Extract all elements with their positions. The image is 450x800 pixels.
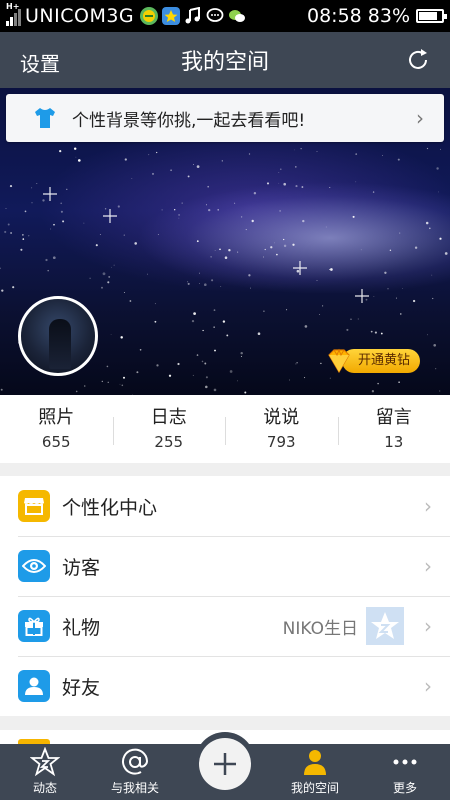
refresh-icon[interactable] xyxy=(404,46,432,74)
signal-icon: H+ xyxy=(6,2,21,26)
tshirt-icon xyxy=(35,108,55,128)
stat-value: 255 xyxy=(154,433,184,451)
status-bar: H+ UNICOM3G 08:58 83% xyxy=(0,0,450,32)
cover-image[interactable]: 个性背景等你挑,一起去看看吧! › 开通黄钻 xyxy=(0,88,450,395)
menu-item-label: 好友 xyxy=(62,676,101,699)
score-icon xyxy=(140,7,159,25)
menu-item-label: 访客 xyxy=(62,556,101,579)
person-icon xyxy=(300,747,330,777)
tab-label: 与我相关 xyxy=(110,781,159,795)
tab-label: 我的空间 xyxy=(290,781,339,795)
tab-more[interactable]: 更多 xyxy=(360,744,450,800)
friend-icon xyxy=(18,670,50,702)
chevron-right-icon: › xyxy=(424,674,432,698)
at-icon xyxy=(120,747,150,777)
menu-item-visitors[interactable]: 访客 › xyxy=(0,536,450,596)
title-bar: 设置 我的空间 xyxy=(0,32,450,88)
eye-icon xyxy=(18,550,50,582)
gift-thumbnail xyxy=(366,607,404,645)
stat-value: 13 xyxy=(384,433,404,451)
stat-value: 793 xyxy=(266,433,296,451)
avatar[interactable] xyxy=(18,296,98,376)
stat-label: 日志 xyxy=(150,407,187,428)
stat-photos[interactable]: 照片 655 xyxy=(0,405,113,453)
menu-item-label: 礼物 xyxy=(62,616,101,639)
theme-banner[interactable]: 个性背景等你挑,一起去看看吧! › xyxy=(6,94,444,142)
chevron-right-icon: › xyxy=(424,494,432,518)
stat-label: 说说 xyxy=(263,407,300,428)
gift-note: NIKO生日 xyxy=(282,618,358,639)
stat-blog[interactable]: 日志 255 xyxy=(112,405,226,453)
stat-messages[interactable]: 留言 13 xyxy=(337,405,450,453)
stat-label: 照片 xyxy=(38,407,75,428)
chat-icon xyxy=(206,7,224,25)
wechat-icon xyxy=(228,7,246,25)
tab-label: 动态 xyxy=(32,781,57,795)
stat-moments[interactable]: 说说 793 xyxy=(225,405,338,453)
store-icon xyxy=(18,490,50,522)
clock: 08:58 xyxy=(307,5,362,27)
tab-feed[interactable]: 动态 xyxy=(0,744,90,800)
menu-item-label: 个性化中心 xyxy=(62,496,158,519)
banner-text: 个性背景等你挑,一起去看看吧! xyxy=(72,110,306,131)
diamond-icon xyxy=(328,348,350,374)
gift-icon xyxy=(18,610,50,642)
tab-label: 更多 xyxy=(392,781,417,795)
more-dots-icon xyxy=(390,747,420,777)
vip-button[interactable]: 开通黄钻 xyxy=(324,348,421,374)
menu-item-friends[interactable]: 好友 › xyxy=(0,656,450,716)
plus-icon xyxy=(214,753,236,775)
chevron-right-icon: › xyxy=(424,554,432,578)
tab-my-space[interactable]: 我的空间 xyxy=(270,744,360,800)
page-title: 我的空间 xyxy=(180,50,269,75)
stats-bar: 照片 655 日志 255 说说 793 留言 13 xyxy=(0,395,450,463)
star-icon xyxy=(162,7,181,25)
publish-button[interactable] xyxy=(199,738,251,790)
feed-star-icon xyxy=(30,747,60,777)
battery-percent: 83% xyxy=(367,5,410,27)
chevron-right-icon: › xyxy=(416,106,424,130)
chevron-right-icon: › xyxy=(424,614,432,638)
stat-value: 655 xyxy=(41,433,71,451)
settings-button[interactable]: 设置 xyxy=(20,48,60,77)
menu-list: 个性化中心 › 访客 › 礼物 NIKO生日 › 好友 › xyxy=(0,476,450,716)
stat-label: 留言 xyxy=(375,407,412,428)
music-icon xyxy=(184,7,202,25)
tab-mentions[interactable]: 与我相关 xyxy=(90,744,180,800)
menu-item-personalize[interactable]: 个性化中心 › xyxy=(0,476,450,536)
battery-icon xyxy=(416,9,447,23)
menu-item-gifts[interactable]: 礼物 NIKO生日 › xyxy=(0,596,450,656)
carrier-name: UNICOM3G xyxy=(25,5,135,27)
